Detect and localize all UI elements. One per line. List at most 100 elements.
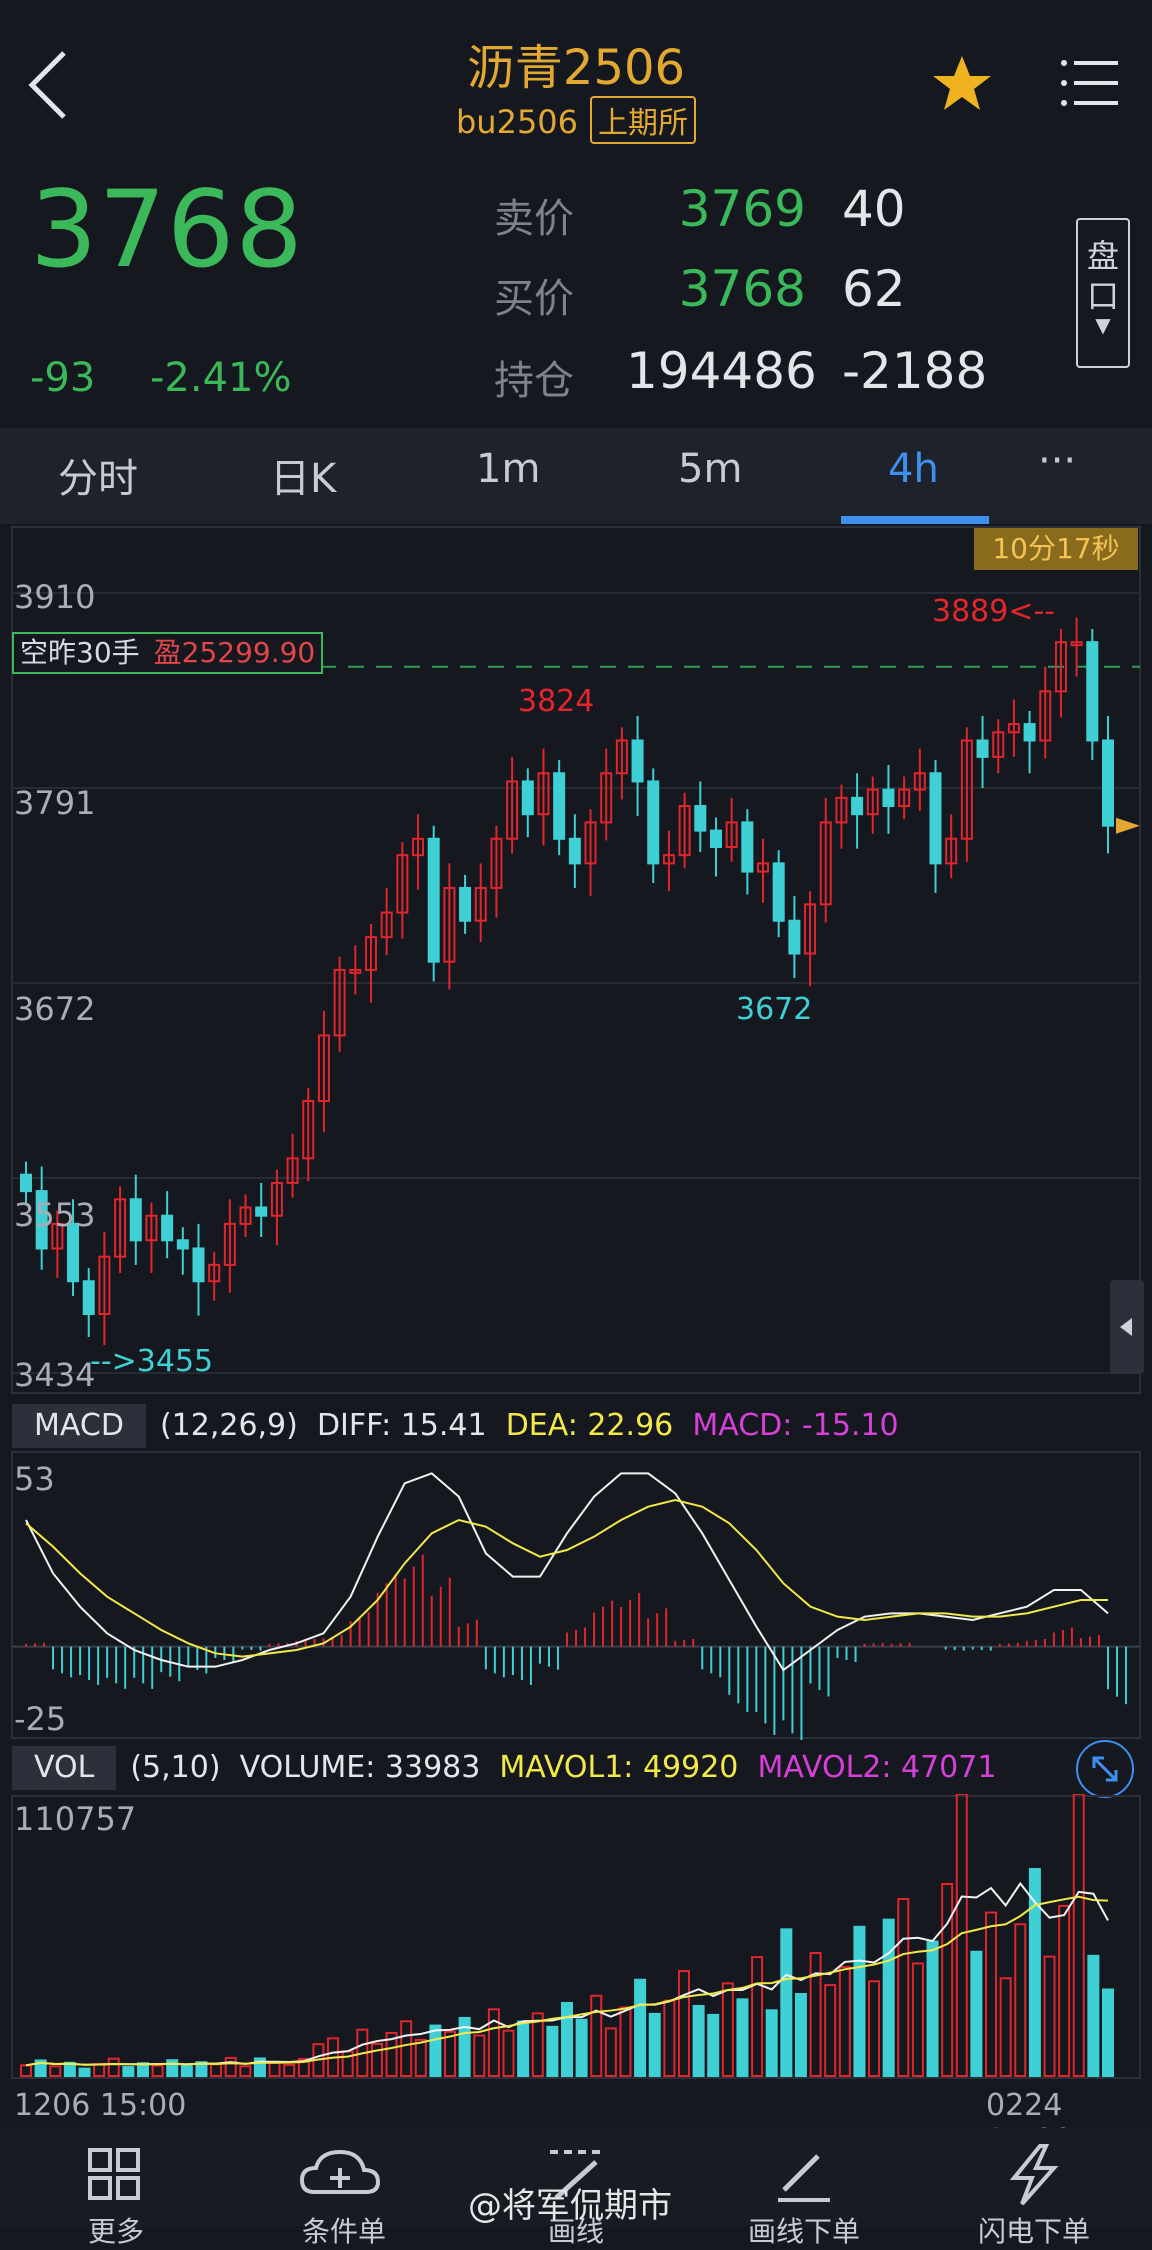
volume-bar — [926, 1940, 939, 2077]
volume-bar — [911, 1962, 924, 2078]
macd-selector[interactable]: MACD — [12, 1404, 146, 1448]
cloud-plus-icon — [299, 2149, 381, 2194]
volume-bar — [838, 1966, 851, 2078]
candle-body — [192, 1247, 205, 1283]
period-tabs: 分时 日K 1m 5m 4h ··· — [0, 428, 1152, 524]
volume-chart[interactable] — [0, 1794, 1152, 2084]
candle-body — [553, 772, 566, 840]
grid-icon — [88, 2148, 140, 2200]
active-tab-indicator — [841, 516, 989, 524]
volume-bar — [692, 2004, 705, 2078]
position-pnl: 盈25299.90 — [153, 636, 316, 669]
tab-more[interactable]: ··· — [1038, 438, 1076, 484]
macd-y-bottom: -25 — [14, 1700, 67, 1738]
candle-body — [788, 919, 801, 955]
y-tick-label: 3553 — [14, 1196, 96, 1234]
volume-bar — [414, 2038, 427, 2077]
volume-bar — [444, 2030, 457, 2077]
volume-bar — [93, 2063, 106, 2078]
price-change: -93 — [30, 355, 96, 401]
y-tick-label: 3434 — [14, 1356, 96, 1394]
volume-bar — [721, 1982, 734, 2077]
flash-order-button[interactable]: 闪电下单 — [974, 2140, 1094, 2248]
candle-body — [851, 796, 864, 816]
y-tick-label: 3791 — [14, 784, 96, 822]
volume-bar — [619, 2006, 632, 2077]
volume-bar — [882, 1918, 895, 2077]
volume-bar — [561, 2001, 573, 2077]
volume-bar — [999, 1977, 1012, 2077]
volume-bar — [210, 2063, 223, 2077]
tab-5m[interactable]: 5m — [678, 446, 742, 492]
candle-body — [129, 1198, 142, 1242]
bid-price: 3768 — [678, 260, 806, 318]
expand-arrows-icon — [1092, 1756, 1118, 1782]
volume-bar — [78, 2067, 91, 2078]
ask-label: 卖价 — [494, 196, 574, 242]
tab-1m[interactable]: 1m — [476, 446, 540, 492]
collapse-side-button[interactable] — [1110, 1280, 1144, 1374]
more-button[interactable]: 更多 — [56, 2140, 176, 2248]
volume-bar — [648, 2012, 661, 2077]
volume-bar — [107, 2057, 120, 2078]
candle-body — [709, 829, 722, 848]
lightning-icon — [1009, 2144, 1059, 2206]
candle-body — [929, 772, 942, 865]
candle-body — [882, 788, 895, 808]
volume-bar — [707, 2013, 720, 2077]
open-interest-change: -2188 — [842, 342, 988, 400]
favorite-star-icon[interactable] — [930, 52, 994, 116]
ask-price: 3769 — [678, 180, 806, 238]
macd-diff: DIFF: 15.41 — [316, 1408, 487, 1443]
tab-4h[interactable]: 4h — [888, 446, 939, 492]
vol-value: VOLUME: 33983 — [239, 1750, 481, 1785]
caret-down-icon: ▼ — [1095, 313, 1111, 337]
volume-bar — [677, 1970, 690, 2077]
volume-bar — [794, 1993, 807, 2078]
volume-bar — [575, 2018, 588, 2077]
menu-icon[interactable] — [1058, 55, 1122, 111]
watermark-text: @将军侃期市 — [468, 2186, 672, 2226]
candle-body — [1023, 723, 1036, 742]
order-book-toggle[interactable]: 盘口 ▼ — [1076, 218, 1130, 368]
volume-bar — [590, 1994, 603, 2077]
x-start-label: 1206 15:00 — [14, 2088, 187, 2123]
position-label: 空昨30手 — [20, 636, 140, 669]
macd-y-top: 53 — [14, 1460, 55, 1498]
candle-body — [255, 1206, 268, 1217]
volume-bar — [751, 1956, 764, 2077]
macd-header: MACD (12,26,9) DIFF: 15.41 DEA: 22.96 MAC… — [12, 1404, 1140, 1448]
candle-body — [647, 780, 660, 865]
volume-bar — [634, 1978, 647, 2077]
candle-body — [427, 837, 440, 963]
volume-bar — [1058, 1904, 1071, 2077]
volume-bar — [166, 2059, 179, 2077]
volume-bar — [736, 1998, 749, 2077]
candle-body — [568, 837, 581, 865]
macd-dea: DEA: 22.96 — [505, 1408, 674, 1443]
expand-chart-button[interactable] — [1076, 1740, 1134, 1798]
volume-bar — [663, 1999, 676, 2077]
open-interest: 194486 — [626, 342, 817, 400]
candle-body — [521, 780, 534, 816]
swing-low-annotation: 3672 — [736, 992, 813, 1027]
candle-body — [1102, 739, 1114, 827]
volume-bar — [473, 2034, 486, 2078]
volume-bar — [897, 1898, 910, 2077]
volume-header: VOL (5,10) VOLUME: 33983 MAVOL1: 49920 MA… — [12, 1746, 1140, 1790]
vol-selector[interactable]: VOL — [12, 1746, 117, 1790]
tab-intraday[interactable]: 分时 — [58, 446, 138, 504]
conditional-order-button[interactable]: 条件单 — [284, 2140, 404, 2248]
tab-daily-k[interactable]: 日K — [270, 446, 336, 504]
vol-params: (5,10) — [130, 1750, 221, 1785]
contract-code: bu2506 — [455, 103, 579, 141]
ask-volume: 40 — [842, 180, 906, 238]
y-tick-label: 3910 — [14, 578, 96, 616]
bid-volume: 62 — [842, 260, 906, 318]
macd-chart[interactable] — [0, 1450, 1152, 1740]
draw-line-order-button[interactable]: 画线下单 — [744, 2140, 864, 2248]
position-badge[interactable]: 空昨30手 盈25299.90 — [12, 632, 324, 674]
volume-bar — [400, 2020, 413, 2078]
volume-bar — [780, 1928, 793, 2077]
volume-bar — [1072, 1794, 1085, 2077]
